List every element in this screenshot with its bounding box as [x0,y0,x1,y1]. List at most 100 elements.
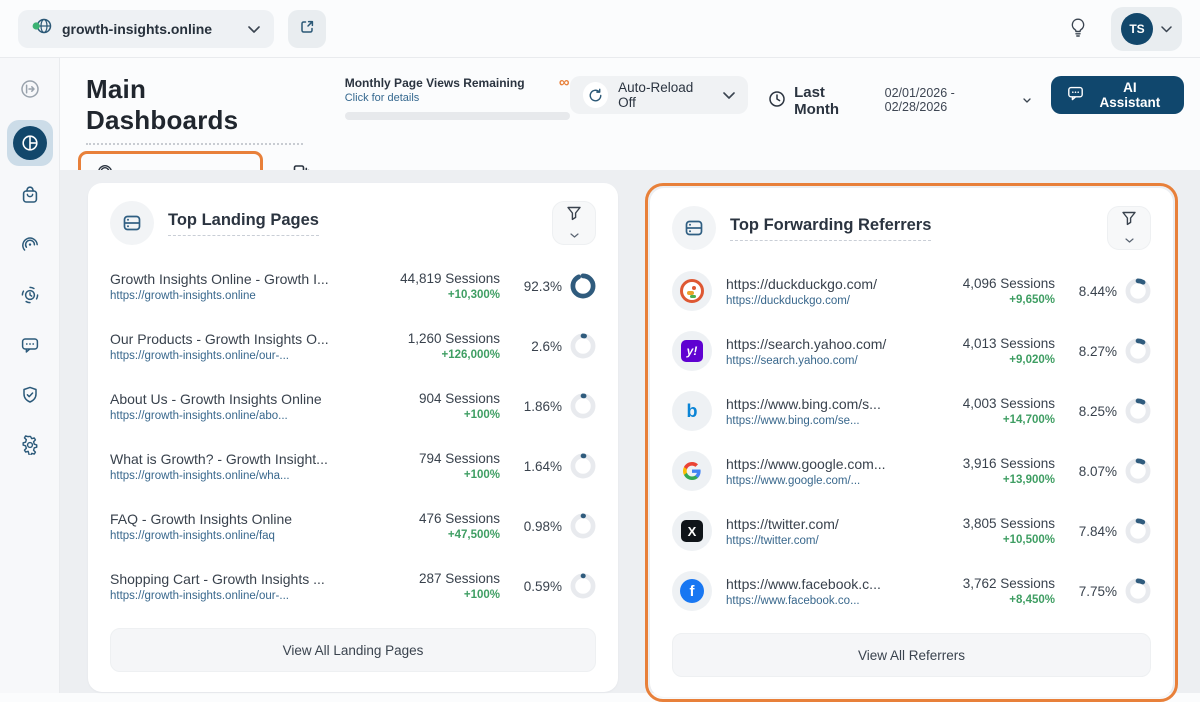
referrer-title-text: https://duckduckgo.com/ [726,276,933,292]
donut-chart [570,453,596,479]
page-url-link[interactable]: https://growth-insights.online/wha... [110,470,378,482]
shopping-bag-icon [20,185,40,208]
change-badge: +8,450% [933,594,1055,606]
referrer-url-link[interactable]: https://www.facebook.co... [726,595,933,607]
change-badge: +100% [378,409,500,421]
clock-icon [768,90,786,113]
infinity-value: ∞ [559,76,570,90]
referrer-title-text: https://www.facebook.c... [726,576,933,592]
funnel-icon [1121,211,1137,229]
table-row[interactable]: What is Growth? - Growth Insight... http… [110,436,596,496]
change-badge: +10,300% [378,289,500,301]
filter-button[interactable] [552,201,596,245]
open-website-button[interactable] [288,10,326,48]
page-url-link[interactable]: https://growth-insights.online/faq [110,530,378,542]
table-row[interactable]: About Us - Growth Insights Online https:… [110,376,596,436]
change-badge: +14,700% [933,414,1055,426]
date-range-picker[interactable]: 02/01/2026 - 02/28/2026 [885,86,1031,114]
card-title: Top Landing Pages [168,211,319,236]
donut-chart [570,273,596,299]
referrer-url-link[interactable]: https://www.bing.com/se... [726,415,933,427]
top-landing-pages-card: Top Landing Pages Growth Insights Online… [88,183,618,692]
table-row[interactable]: y! https://search.yahoo.com/ https://sea… [672,321,1151,381]
sidebar-item-settings[interactable] [10,426,50,466]
table-row[interactable]: FAQ - Growth Insights Online https://gro… [110,496,596,556]
percent-value: 8.27% [1079,344,1117,359]
auto-reload-dropdown[interactable]: Auto-Reload Off [570,76,748,114]
chevron-down-icon [1161,20,1172,38]
change-badge: +9,650% [933,294,1055,306]
page-header: Main Dashboards Monthly Page Views Remai… [60,58,1200,145]
referrer-url-link[interactable]: https://www.google.com/... [726,475,933,487]
yahoo-icon: y! [672,331,712,371]
change-badge: +100% [378,469,500,481]
funnel-icon [566,206,582,224]
table-row[interactable]: b https://www.bing.com/s... https://www.… [672,381,1151,441]
donut-chart [1125,338,1151,364]
referrers-list: https://duckduckgo.com/ https://duckduck… [672,261,1151,621]
period-label: Last Month [794,84,873,118]
period-selector[interactable]: Last Month [768,84,873,118]
view-all-landing-pages-button[interactable]: View All Landing Pages [110,628,596,672]
sidebar-item-privacy[interactable] [10,376,50,416]
table-row[interactable]: https://www.google.com... https://www.go… [672,441,1151,501]
sessions-value: 904 Sessions [378,391,500,406]
ai-assistant-button[interactable]: AI Assistant [1051,76,1184,114]
table-row[interactable]: Shopping Cart - Growth Insights ... http… [110,556,596,616]
percent-value: 0.59% [524,579,562,594]
spiral-icon [20,235,40,258]
ai-assistant-label: AI Assistant [1092,80,1168,110]
sidebar-collapse-button[interactable] [10,70,50,110]
page-url-link[interactable]: https://growth-insights.online/abo... [110,410,378,422]
percent-value: 7.84% [1079,524,1117,539]
percent-value: 8.07% [1079,464,1117,479]
change-badge: +100% [378,589,500,601]
donut-chart [1125,458,1151,484]
referrer-url-link[interactable]: https://twitter.com/ [726,535,933,547]
table-row[interactable]: X https://twitter.com/ https://twitter.c… [672,501,1151,561]
chat-bubble-icon [1067,85,1084,105]
page-url-link[interactable]: https://growth-insights.online/our-... [110,590,378,602]
percent-value: 1.64% [524,459,562,474]
percent-value: 8.25% [1079,404,1117,419]
table-row[interactable]: f https://www.facebook.c... https://www.… [672,561,1151,621]
website-selector[interactable]: growth-insights.online [18,10,274,48]
sidebar-item-session-recordings[interactable] [10,276,50,316]
donut-chart [570,573,596,599]
refresh-icon [583,82,609,108]
table-row[interactable]: https://duckduckgo.com/ https://duckduck… [672,261,1151,321]
donut-chart [570,393,596,419]
percent-value: 1.86% [524,399,562,414]
table-row[interactable]: Growth Insights Online - Growth I... htt… [110,256,596,316]
chevron-down-icon [248,20,260,38]
referrer-url-link[interactable]: https://search.yahoo.com/ [726,355,933,367]
view-all-referrers-button[interactable]: View All Referrers [672,633,1151,677]
annotation-highlight-referrers-card: Top Forwarding Referrers [645,183,1178,702]
quota-details-link[interactable]: Click for details [345,92,559,104]
sidebar-item-ecommerce[interactable] [10,176,50,216]
sidebar-item-dashboards[interactable] [7,120,53,166]
filter-button[interactable] [1107,206,1151,250]
page-url-link[interactable]: https://growth-insights.online/our-... [110,350,378,362]
tips-button[interactable] [1059,10,1097,48]
page-title-text: FAQ - Growth Insights Online [110,511,378,527]
referrer-title-text: https://search.yahoo.com/ [726,336,933,352]
donut-chart [1125,398,1151,424]
chat-bubble-icon [20,335,40,358]
donut-chart [570,333,596,359]
change-badge: +10,500% [933,534,1055,546]
sidebar-item-feedback[interactable] [10,326,50,366]
sessions-value: 4,003 Sessions [933,396,1055,411]
sessions-value: 3,916 Sessions [933,456,1055,471]
page-url-link[interactable]: https://growth-insights.online [110,290,378,302]
user-menu[interactable]: TS [1111,7,1182,51]
referrer-url-link[interactable]: https://duckduckgo.com/ [726,295,933,307]
landing-pages-list: Growth Insights Online - Growth I... htt… [110,256,596,616]
sidebar-item-behaviour[interactable] [10,226,50,266]
sessions-value: 1,260 Sessions [378,331,500,346]
referrer-title-text: https://twitter.com/ [726,516,933,532]
quota-label: Monthly Page Views Remaining [345,76,559,90]
table-row[interactable]: Our Products - Growth Insights O... http… [110,316,596,376]
sessions-value: 4,096 Sessions [933,276,1055,291]
page-title-text: What is Growth? - Growth Insight... [110,451,378,467]
